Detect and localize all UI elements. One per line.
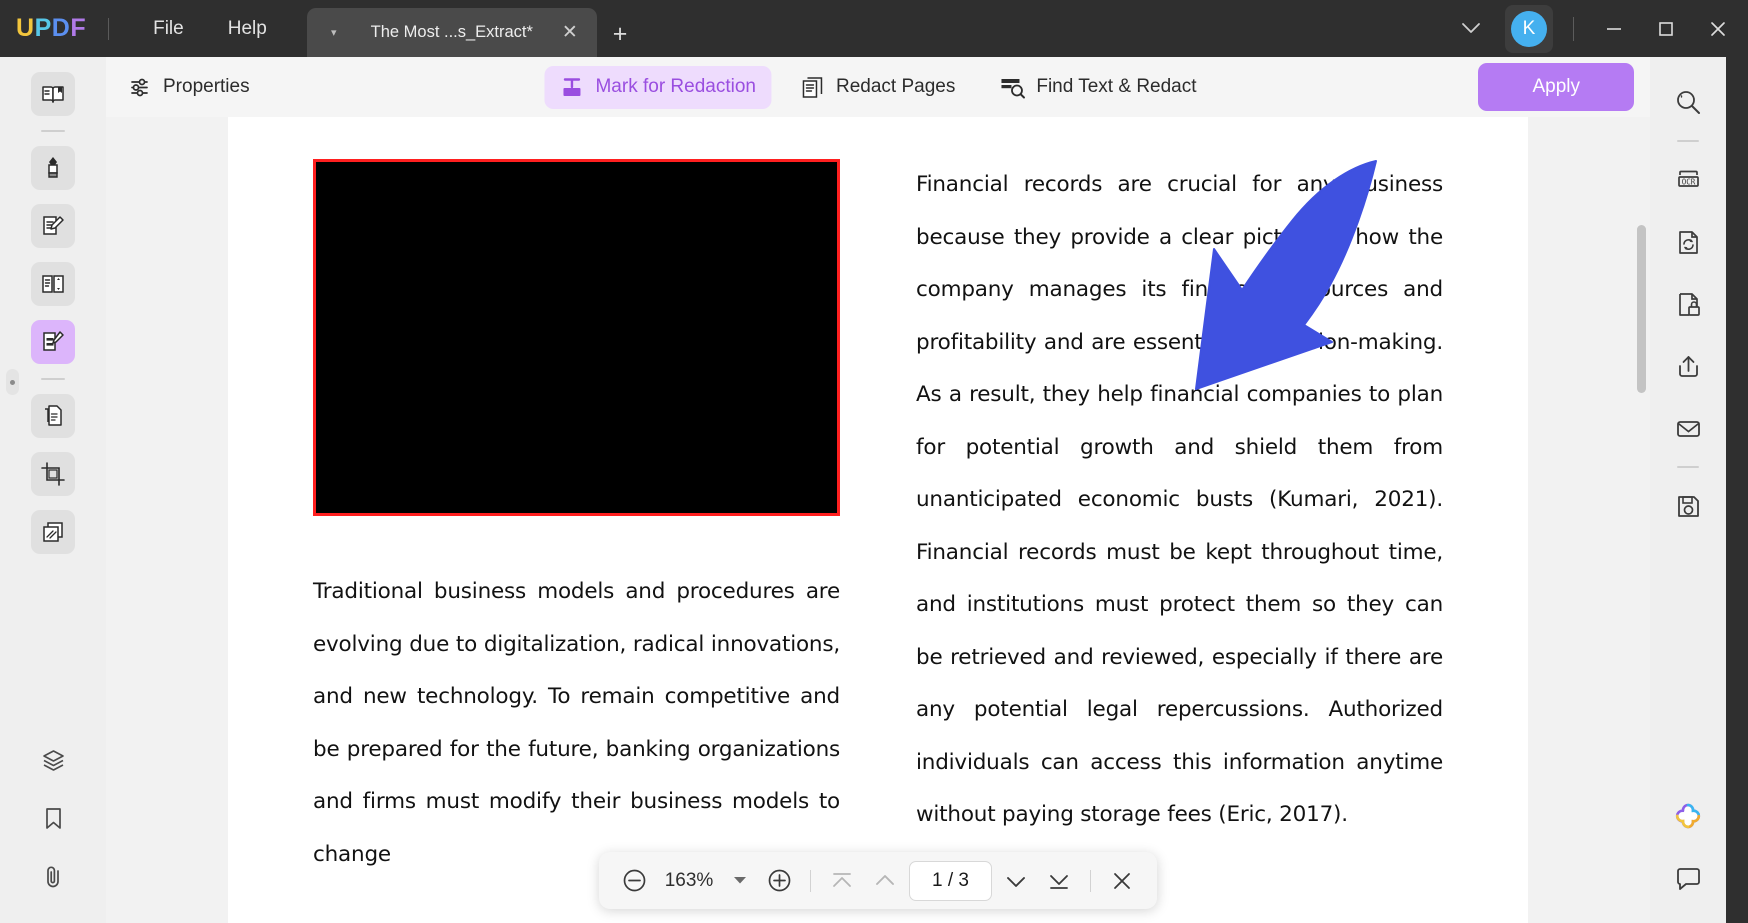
chevron-down-icon[interactable]: [1443, 12, 1499, 45]
sidebar-redact-icon[interactable]: [31, 320, 75, 364]
minimize-button[interactable]: [1588, 6, 1640, 52]
sidebar-batch-process-icon[interactable]: [31, 510, 75, 554]
previous-page-icon[interactable]: [866, 862, 904, 900]
zoombar-divider: [810, 869, 812, 892]
logo-letter-d: D: [51, 14, 71, 42]
page-number-input[interactable]: 1 / 3: [909, 860, 992, 901]
right-search-icon[interactable]: [1666, 80, 1710, 124]
document-tabs: ▾ The Most ...s_Extract* ✕ +: [306, 0, 644, 57]
zoom-out-icon[interactable]: [615, 862, 653, 900]
pdf-page: Traditional business models and procedur…: [228, 117, 1528, 923]
application-body: Properties Mark for Redaction Redact Pag…: [0, 57, 1748, 923]
right-rail-divider: [1677, 140, 1699, 142]
chevron-down-icon[interactable]: ▾: [321, 26, 347, 39]
avatar: K: [1511, 10, 1547, 47]
next-page-icon[interactable]: [997, 862, 1035, 900]
menu-help[interactable]: Help: [206, 12, 289, 46]
sidebar-edit-pdf-icon[interactable]: [31, 204, 75, 248]
account-avatar-button[interactable]: K: [1505, 4, 1553, 53]
close-zoombar-icon[interactable]: [1103, 862, 1141, 900]
sidebar-crop-page-icon[interactable]: [31, 452, 75, 496]
redacted-content-block[interactable]: [313, 159, 840, 516]
properties-button[interactable]: Properties: [114, 67, 265, 108]
logo-letter-u: U: [16, 14, 35, 42]
title-bar-right: K: [1443, 0, 1748, 57]
chevron-down-icon[interactable]: [725, 876, 755, 885]
right-protect-icon[interactable]: [1666, 282, 1710, 326]
document-tab[interactable]: ▾ The Most ...s_Extract* ✕: [306, 8, 597, 57]
first-page-icon[interactable]: [823, 862, 861, 900]
apply-button[interactable]: Apply: [1478, 63, 1634, 111]
updf-application-window: UPDF File Help ▾ The Most ...s_Extract* …: [0, 0, 1748, 923]
page-right-column: Financial records are crucial for any bu…: [878, 159, 1443, 923]
menu-file[interactable]: File: [131, 12, 206, 46]
sliders-settings-icon: [129, 76, 152, 99]
title-bar: UPDF File Help ▾ The Most ...s_Extract* …: [0, 0, 1748, 57]
redaction-text-icon: [559, 75, 584, 100]
document-tab-title: The Most ...s_Extract*: [370, 23, 533, 41]
right-convert-icon[interactable]: [1666, 220, 1710, 264]
sidebar-layers-icon[interactable]: [31, 738, 75, 782]
window-right-edge: [1726, 57, 1748, 923]
logo-letter-p: P: [34, 14, 52, 42]
rail-divider: [41, 130, 65, 132]
rail-divider-2: [41, 378, 65, 380]
titlebar-divider: [108, 17, 110, 40]
main-content-area: Properties Mark for Redaction Redact Pag…: [106, 57, 1650, 923]
sidebar-bookmarks-icon[interactable]: [31, 796, 75, 840]
left-tool-rail: [0, 57, 106, 923]
right-ocr-icon[interactable]: OCR: [1666, 158, 1710, 202]
title-bar-left: UPDF File Help: [0, 0, 289, 57]
sidebar-organize-pages-icon[interactable]: [31, 262, 75, 306]
new-tab-button[interactable]: +: [597, 22, 644, 57]
page-left-paragraph: Traditional business models and procedur…: [313, 579, 840, 867]
tool-find-text-and-redact-label: Find Text & Redact: [1036, 76, 1197, 97]
tool-mark-for-redaction[interactable]: Mark for Redaction: [544, 65, 771, 109]
sidebar-compare-icon[interactable]: [31, 394, 75, 438]
sidebar-reader-icon[interactable]: [31, 72, 75, 116]
right-save-icon[interactable]: [1666, 484, 1710, 528]
updf-logo: UPDF: [16, 14, 86, 43]
right-ai-assistant-icon[interactable]: [1666, 794, 1710, 838]
document-viewport[interactable]: Traditional business models and procedur…: [106, 117, 1650, 923]
zoom-in-icon[interactable]: [760, 862, 798, 900]
page-right-paragraph: Financial records are crucial for any bu…: [916, 172, 1443, 827]
sidebar-annotate-icon[interactable]: [31, 146, 75, 190]
svg-text:OCR: OCR: [1681, 177, 1695, 186]
right-rail-divider-2: [1677, 466, 1699, 468]
find-text-search-icon: [999, 74, 1025, 100]
right-share-icon[interactable]: [1666, 344, 1710, 388]
page-left-column: Traditional business models and procedur…: [313, 159, 878, 923]
close-window-button[interactable]: [1692, 6, 1744, 52]
last-page-icon[interactable]: [1040, 862, 1078, 900]
tool-redact-pages[interactable]: Redact Pages: [785, 66, 970, 109]
right-email-icon[interactable]: [1666, 406, 1710, 450]
pages-stack-icon: [800, 75, 825, 100]
redaction-toolbar: Properties Mark for Redaction Redact Pag…: [106, 57, 1650, 117]
properties-label: Properties: [163, 76, 250, 97]
maximize-button[interactable]: [1640, 6, 1692, 52]
close-icon[interactable]: ✕: [557, 21, 583, 44]
tool-redact-pages-label: Redact Pages: [835, 76, 956, 97]
vertical-scrollbar[interactable]: [1637, 225, 1646, 393]
zoom-level-value[interactable]: 163%: [658, 870, 720, 892]
tool-find-text-and-redact[interactable]: Find Text & Redact: [984, 65, 1211, 109]
sidebar-attachments-icon[interactable]: [31, 854, 75, 898]
zoom-page-toolbar: 163% 1 / 3: [599, 852, 1157, 909]
tool-mark-for-redaction-label: Mark for Redaction: [595, 76, 756, 97]
right-tool-rail: OCR: [1650, 57, 1726, 923]
rail-collapse-handle[interactable]: [6, 369, 19, 395]
right-comments-icon[interactable]: [1666, 856, 1710, 900]
titlebar-divider-2: [1573, 16, 1574, 41]
redaction-tool-group: Mark for Redaction Redact Pages Find Tex…: [544, 65, 1211, 109]
zoombar-divider-2: [1089, 869, 1091, 892]
logo-letter-f: F: [70, 14, 87, 42]
